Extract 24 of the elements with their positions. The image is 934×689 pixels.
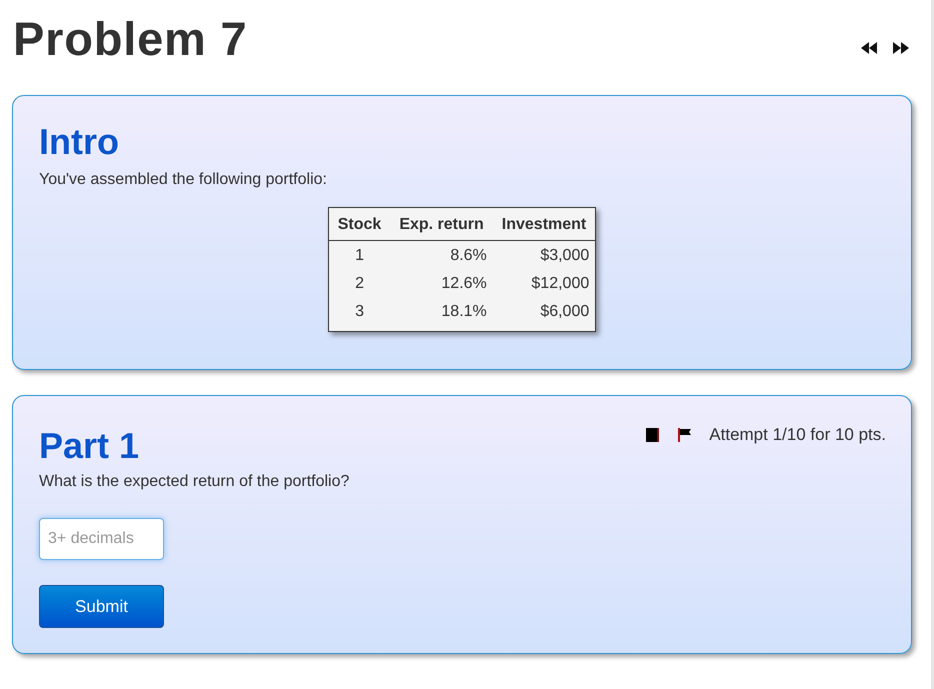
section-heading: Intro — [39, 122, 120, 162]
previous-icon[interactable] — [861, 42, 877, 54]
table-cell: 1 — [328, 240, 390, 270]
intro-text: You've assembled the following portfolio: — [39, 170, 328, 190]
table-cell: $12,000 — [492, 270, 596, 298]
flag-icon[interactable] — [678, 428, 692, 442]
table-cell: 12.6% — [390, 270, 493, 298]
page-title: Problem 7 — [13, 13, 248, 65]
book-icon[interactable] — [646, 428, 660, 442]
table-cell: $3,000 — [492, 240, 596, 270]
next-icon[interactable] — [893, 42, 909, 54]
column-header: Stock — [328, 208, 390, 240]
answer-field[interactable]: 3+ decimals — [39, 518, 164, 560]
column-header: Investment — [492, 208, 596, 240]
submit-button[interactable]: Submit — [39, 585, 164, 628]
table-cell: $6,000 — [492, 298, 596, 332]
section-heading: Part 1 — [39, 426, 140, 466]
table-cell: 8.6% — [390, 240, 493, 270]
table-cell: 2 — [328, 270, 390, 298]
attempt-info: Attempt 1/10 for 10 pts. — [709, 425, 886, 445]
question-text: What is the expected return of the portfolio? — [39, 472, 350, 492]
column-header: Exp. return — [390, 208, 493, 240]
table-cell: 3 — [328, 298, 390, 332]
table-cell: 18.1% — [390, 298, 493, 332]
